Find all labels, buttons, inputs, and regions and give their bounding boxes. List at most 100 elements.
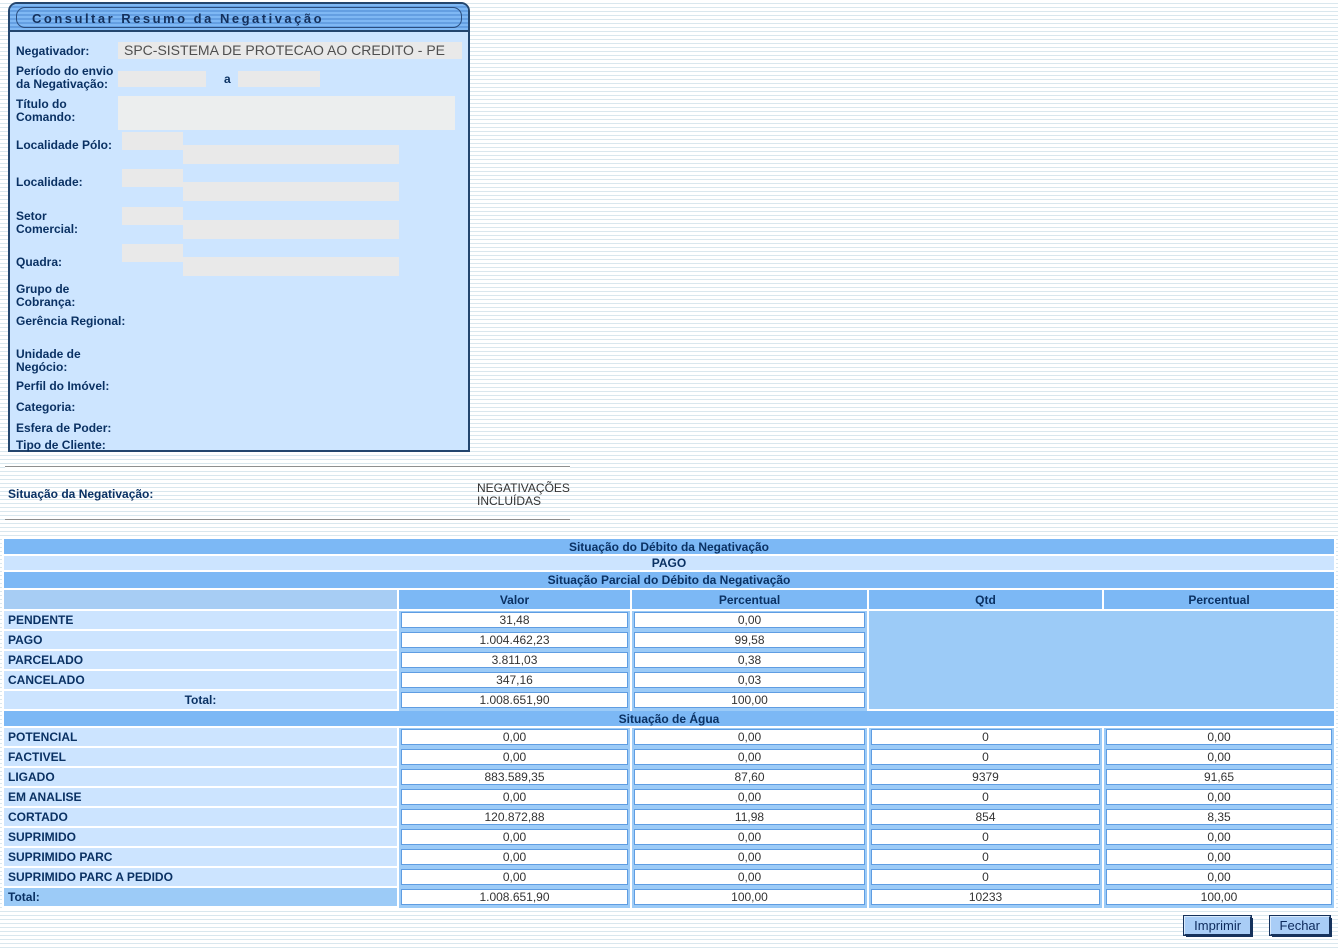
table-cell-valor: 120.872,88 [399,808,630,828]
table-cell-percentual: 87,60 [632,768,867,788]
merged-empty-area [869,611,1334,711]
table-row-label: EM ANALISE [4,788,397,808]
table-cell-qtd-percentual: 0,00 [1104,728,1334,748]
table-cell-percentual: 99,58 [632,631,867,651]
value-box: 0,00 [1106,729,1332,745]
table-cell-percentual: 0,00 [632,748,867,768]
table-cell-valor: 0,00 [399,848,630,868]
table-cell-percentual: 0,00 [632,728,867,748]
titulo-comando-textarea[interactable] [118,96,455,130]
value-box: 347,16 [401,672,628,688]
table-cell-qtd: 0 [869,728,1102,748]
value-box: 1.004.462,23 [401,632,628,648]
value-box: 1.008.651,90 [401,692,628,708]
table-row-label: CANCELADO [4,671,397,691]
value-box: 10233 [871,889,1100,905]
value-box: 0 [871,749,1100,765]
localidade-polo-name-input[interactable] [183,145,399,164]
table-cell-qtd-percentual: 91,65 [1104,768,1334,788]
esfera-poder-label: Esfera de Poder: [16,422,136,435]
panel-body: Negativador: SPC-SISTEMA DE PROTECAO AO … [10,32,468,448]
table-row-label: POTENCIAL [4,728,397,748]
table-row-label: PAGO [4,631,397,651]
situacao-negativacao-value: NEGATIVAÇÕES INCLUÍDAS [477,482,577,508]
table-cell-valor: 0,00 [399,748,630,768]
periodo-from-input[interactable] [118,71,206,87]
value-box: 87,60 [634,769,865,785]
table-cell-percentual: 0,00 [632,848,867,868]
table-cell-percentual: 0,00 [632,788,867,808]
setor-comercial-name-input[interactable] [183,220,399,239]
value-box: 0,00 [1106,869,1332,885]
table-cell-valor: 0,00 [399,868,630,888]
consulta-resumo-panel: Consultar Resumo da Negativação Negativa… [8,2,470,452]
column-header-percentual: Percentual [632,590,867,611]
table-row-label: CORTADO [4,808,397,828]
table-cell-qtd-percentual: 0,00 [1104,868,1334,888]
action-buttons: Imprimir Fechar [1184,916,1330,935]
value-box: 0,00 [401,829,628,845]
table-cell-valor: 883.589,35 [399,768,630,788]
value-box: 100,00 [1106,889,1332,905]
value-box: 0,00 [634,789,865,805]
quadra-label: Quadra: [16,256,126,269]
setor-comercial-label: Setor Comercial: [16,210,96,236]
table-cell-percentual: 0,38 [632,651,867,671]
value-box: 0 [871,789,1100,805]
table-cell-percentual: 0,00 [632,828,867,848]
quadra-code-input[interactable] [122,244,183,262]
fechar-button[interactable]: Fechar [1270,916,1330,935]
value-box: 0,38 [634,652,865,668]
value-box: 0 [871,869,1100,885]
table-total-label: Total: [4,888,397,908]
table-cell-qtd: 0 [869,868,1102,888]
value-box: 0,00 [401,789,628,805]
quadra-name-input[interactable] [183,257,399,276]
table-row-label: LIGADO [4,768,397,788]
value-box: 9379 [871,769,1100,785]
table-cell-qtd: 0 [869,788,1102,808]
parcial-section-header: Situação Parcial do Débito da Negativaçã… [4,572,1334,590]
page-title: Consultar Resumo da Negativação [32,11,324,26]
periodo-to-input[interactable] [238,71,320,87]
table-cell-qtd-percentual: 0,00 [1104,748,1334,768]
table-row-label: FACTIVEL [4,748,397,768]
debito-status-row: PAGO [4,556,1334,572]
table-cell-valor: 347,16 [399,671,630,691]
table-cell-percentual: 11,98 [632,808,867,828]
column-header-valor: Valor [399,590,630,611]
tipo-cliente-label: Tipo de Cliente: [16,439,136,452]
page: { "panel": { "title": "Consultar Resumo … [0,0,1338,948]
table-row-label: PARCELADO [4,651,397,671]
column-header-qtd: Qtd [869,590,1102,611]
table-cell-valor: 1.004.462,23 [399,631,630,651]
value-box: 883.589,35 [401,769,628,785]
value-box: 91,65 [1106,769,1332,785]
table-cell-percentual: 0,03 [632,671,867,691]
table-cell-valor: 31,48 [399,611,630,631]
negativador-input[interactable]: SPC-SISTEMA DE PROTECAO AO CREDITO - PE [118,42,462,59]
negativador-label: Negativador: [16,45,126,58]
agua-section-header: Situação de Água [4,711,1334,728]
value-box: 0 [871,849,1100,865]
table-cell-percentual: 100,00 [632,888,867,908]
value-box: 0,00 [401,869,628,885]
titulo-comando-label: Título do Comando: [16,98,126,124]
value-box: 1.008.651,90 [401,889,628,905]
localidade-polo-code-input[interactable] [122,132,183,150]
localidade-name-input[interactable] [183,182,399,201]
localidade-code-input[interactable] [122,169,183,187]
table-cell-valor: 0,00 [399,728,630,748]
value-box: 0,00 [401,749,628,765]
table-cell-qtd: 10233 [869,888,1102,908]
categoria-label: Categoria: [16,401,126,414]
unidade-negocio-label: Unidade de Negócio: [16,348,126,374]
setor-comercial-code-input[interactable] [122,207,183,225]
divider-rule-top [5,466,570,468]
perfil-imovel-label: Perfil do Imóvel: [16,380,136,393]
value-box: 0,00 [634,612,865,628]
table-total-label: Total: [4,691,397,711]
value-box: 8,35 [1106,809,1332,825]
value-box: 0,00 [1106,849,1332,865]
imprimir-button[interactable]: Imprimir [1184,916,1251,935]
